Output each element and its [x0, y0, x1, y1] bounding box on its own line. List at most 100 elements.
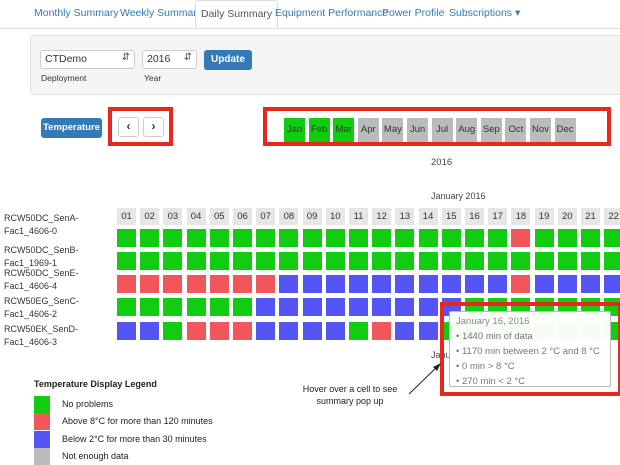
heatmap-cell[interactable] — [372, 298, 392, 316]
heatmap-cell[interactable] — [325, 229, 345, 247]
heatmap-cell[interactable] — [163, 322, 183, 340]
heatmap-cell[interactable] — [534, 229, 554, 247]
heatmap-cell[interactable] — [186, 322, 206, 340]
tab-weekly-summary[interactable]: Weekly Summary — [120, 7, 202, 19]
heatmap-cell[interactable] — [349, 322, 368, 340]
heatmap-cell[interactable] — [372, 252, 392, 270]
heatmap-cell[interactable] — [395, 275, 415, 293]
heatmap-cell[interactable] — [418, 298, 438, 316]
heatmap-cell[interactable] — [279, 252, 299, 270]
heatmap-cell[interactable] — [209, 322, 229, 340]
tab-equipment-performance[interactable]: Equipment Performance — [275, 7, 388, 19]
heatmap-cell[interactable] — [395, 322, 415, 340]
update-button[interactable]: Update — [204, 50, 252, 70]
heatmap-cell[interactable] — [140, 229, 160, 247]
heatmap-cell[interactable] — [140, 298, 160, 316]
heatmap-cell[interactable] — [302, 298, 322, 316]
heatmap-cell[interactable] — [233, 252, 252, 270]
tab-power-profile[interactable]: Power Profile — [382, 7, 444, 19]
heatmap-cell[interactable] — [209, 229, 229, 247]
heatmap-cell[interactable] — [372, 229, 392, 247]
heatmap-cell[interactable] — [488, 275, 508, 293]
tab-subscriptions[interactable]: Subscriptions ▾ — [449, 7, 520, 19]
heatmap-cell[interactable] — [256, 298, 276, 316]
heatmap-cell[interactable] — [256, 275, 276, 293]
heatmap-cell[interactable] — [186, 252, 206, 270]
heatmap-cell[interactable] — [557, 252, 577, 270]
heatmap-cell[interactable] — [581, 229, 600, 247]
heatmap-cell[interactable] — [233, 322, 252, 340]
heatmap-cell[interactable] — [604, 275, 620, 293]
heatmap-cell[interactable] — [302, 252, 322, 270]
heatmap-cell[interactable] — [488, 229, 508, 247]
month-button-jun[interactable]: Jun — [407, 118, 428, 142]
heatmap-cell[interactable] — [349, 275, 368, 293]
heatmap-cell[interactable] — [557, 275, 577, 293]
heatmap-cell[interactable] — [488, 252, 508, 270]
tab-daily-summary[interactable]: Daily Summary — [195, 0, 279, 28]
month-button-may[interactable]: May — [382, 118, 404, 142]
heatmap-cell[interactable] — [233, 298, 252, 316]
heatmap-cell[interactable] — [418, 275, 438, 293]
heatmap-cell[interactable] — [256, 252, 276, 270]
heatmap-cell[interactable] — [441, 252, 461, 270]
heatmap-cell[interactable] — [581, 252, 600, 270]
heatmap-cell[interactable] — [233, 275, 252, 293]
heatmap-cell[interactable] — [418, 322, 438, 340]
heatmap-cell[interactable] — [163, 252, 183, 270]
heatmap-cell[interactable] — [117, 229, 136, 247]
heatmap-cell[interactable] — [465, 229, 484, 247]
month-button-jul[interactable]: Jul — [431, 118, 453, 142]
heatmap-cell[interactable] — [163, 298, 183, 316]
heatmap-cell[interactable] — [163, 275, 183, 293]
heatmap-cell[interactable] — [557, 229, 577, 247]
heatmap-cell[interactable] — [209, 298, 229, 316]
heatmap-cell[interactable] — [186, 298, 206, 316]
heatmap-cell[interactable] — [349, 298, 368, 316]
heatmap-cell[interactable] — [279, 229, 299, 247]
heatmap-cell[interactable] — [511, 275, 531, 293]
heatmap-cell[interactable] — [581, 275, 600, 293]
month-button-feb[interactable]: Feb — [308, 118, 330, 142]
heatmap-cell[interactable] — [349, 252, 368, 270]
heatmap-cell[interactable] — [325, 252, 345, 270]
month-button-dec[interactable]: Dec — [554, 118, 576, 142]
heatmap-cell[interactable] — [418, 252, 438, 270]
month-button-aug[interactable]: Aug — [456, 118, 478, 142]
heatmap-cell[interactable] — [418, 229, 438, 247]
heatmap-cell[interactable] — [279, 298, 299, 316]
heatmap-cell[interactable] — [117, 298, 136, 316]
heatmap-cell[interactable] — [441, 275, 461, 293]
heatmap-cell[interactable] — [256, 229, 276, 247]
month-button-oct[interactable]: Oct — [505, 118, 527, 142]
heatmap-cell[interactable] — [256, 322, 276, 340]
heatmap-cell[interactable] — [140, 252, 160, 270]
heatmap-cell[interactable] — [395, 298, 415, 316]
heatmap-cell[interactable] — [117, 252, 136, 270]
heatmap-cell[interactable] — [279, 275, 299, 293]
heatmap-cell[interactable] — [233, 229, 252, 247]
heatmap-cell[interactable] — [395, 229, 415, 247]
heatmap-cell[interactable] — [140, 275, 160, 293]
heatmap-cell[interactable] — [372, 322, 392, 340]
heatmap-cell[interactable] — [186, 275, 206, 293]
heatmap-cell[interactable] — [209, 252, 229, 270]
heatmap-cell[interactable] — [372, 275, 392, 293]
heatmap-cell[interactable] — [302, 229, 322, 247]
heatmap-cell[interactable] — [140, 322, 160, 340]
prev-month-button[interactable]: ‹ — [118, 117, 139, 137]
month-button-nov[interactable]: Nov — [530, 118, 551, 142]
heatmap-cell[interactable] — [534, 252, 554, 270]
heatmap-cell[interactable] — [441, 229, 461, 247]
next-month-button[interactable]: › — [143, 117, 164, 137]
month-button-jan[interactable]: Jan — [284, 118, 305, 142]
heatmap-cell[interactable] — [465, 252, 484, 270]
heatmap-cell[interactable] — [325, 298, 345, 316]
temperature-button[interactable]: Temperature — [41, 118, 102, 138]
heatmap-cell[interactable] — [604, 252, 620, 270]
heatmap-cell[interactable] — [395, 252, 415, 270]
heatmap-cell[interactable] — [186, 229, 206, 247]
heatmap-cell[interactable] — [604, 229, 620, 247]
heatmap-cell[interactable] — [465, 275, 484, 293]
month-button-mar[interactable]: Mar — [333, 118, 355, 142]
